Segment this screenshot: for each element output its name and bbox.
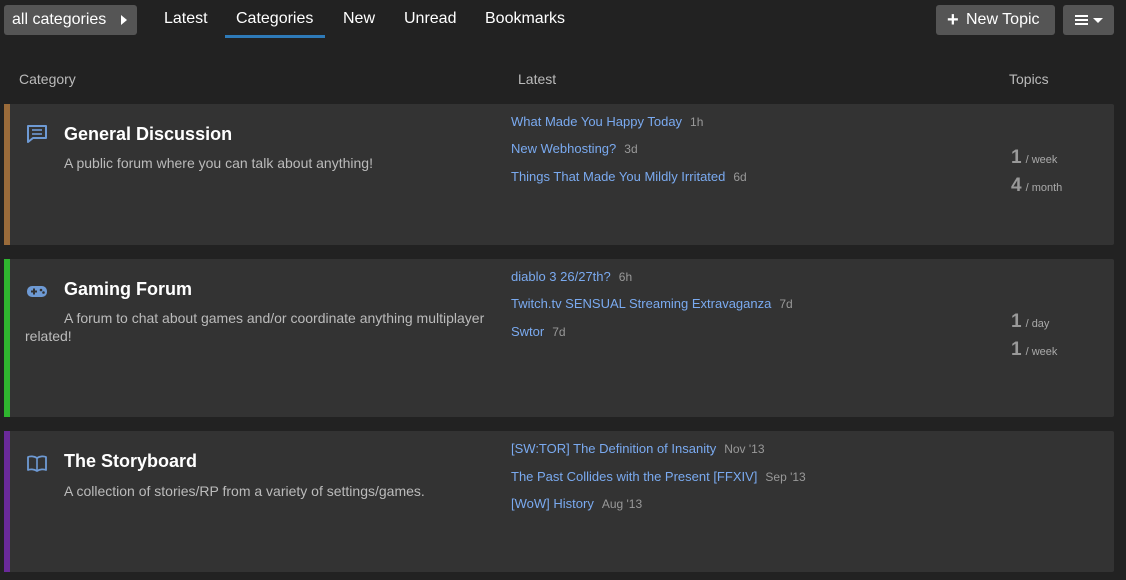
stat-count: 1 [1011,311,1022,332]
category-title[interactable]: Gaming Forum [64,279,192,300]
plus-icon: + [947,9,959,31]
category-row-general-discussion: General Discussion A public forum where … [4,104,1114,245]
chat-bubble-icon [27,125,47,143]
category-title[interactable]: The Storyboard [64,451,197,472]
category-dropdown-label: all categories [12,11,107,28]
topic-age: Aug '13 [601,497,643,511]
book-icon [27,455,47,472]
new-topic-label: New Topic [966,11,1040,28]
tab-unread[interactable]: Unread [404,9,456,29]
category-row-storyboard: The Storyboard A collection of stories/R… [4,431,1114,572]
topic-link[interactable]: Swtor [511,324,544,339]
topic-link[interactable]: New Webhosting? [511,141,616,156]
tab-categories[interactable]: Categories [224,9,326,38]
category-dropdown[interactable]: all categories [4,5,137,35]
column-header-category: Category [19,71,76,87]
category-color-bar [4,431,10,572]
column-header-topics: Topics [1009,71,1049,87]
topic-stat: 1/ week [1011,147,1057,169]
stat-count: 4 [1011,175,1022,196]
topic-item: diablo 3 26/27th? 6h [511,269,632,285]
tab-bookmarks[interactable]: Bookmarks [485,9,565,29]
topic-age: 7d [552,325,566,339]
hamburger-menu-button[interactable] [1063,5,1114,35]
stat-period: / month [1025,182,1063,194]
topic-item: What Made You Happy Today 1h [511,114,703,130]
stat-period: / day [1025,318,1050,330]
topic-item: Twitch.tv SENSUAL Streaming Extravaganza… [511,296,793,312]
category-color-bar [4,259,10,417]
stat-period: / week [1025,154,1058,166]
topic-link[interactable]: [WoW] History [511,496,594,511]
category-description: A public forum where you can talk about … [64,155,373,171]
topic-item: Swtor 7d [511,324,566,340]
category-row-gaming-forum: Gaming Forum A forum to chat about games… [4,259,1114,417]
caret-right-icon [121,15,127,25]
topic-stat: 1/ week [1011,339,1057,361]
stat-count: 1 [1011,339,1022,360]
topic-age: 7d [779,297,793,311]
topic-item: [SW:TOR] The Definition of Insanity Nov '… [511,441,765,457]
new-topic-button[interactable]: + New Topic [936,5,1055,35]
topic-stat: 1/ day [1011,311,1049,333]
tab-new[interactable]: New [343,9,375,29]
category-color-bar [4,104,10,245]
topic-link[interactable]: [SW:TOR] The Definition of Insanity [511,441,716,456]
topic-item: New Webhosting? 3d [511,141,638,157]
topic-age: 3d [624,142,638,156]
gamepad-icon [27,286,47,297]
topic-link[interactable]: diablo 3 26/27th? [511,269,611,284]
category-description: A collection of stories/RP from a variet… [64,483,425,499]
stat-count: 1 [1011,147,1022,168]
topic-link[interactable]: What Made You Happy Today [511,114,682,129]
caret-down-icon [1093,18,1103,23]
topic-stat: 4/ month [1011,175,1062,197]
topic-age: Sep '13 [765,470,806,484]
topic-age: Nov '13 [724,442,765,456]
topic-item: [WoW] History Aug '13 [511,496,642,512]
stat-period: / week [1025,346,1058,358]
tab-latest[interactable]: Latest [164,9,208,29]
topic-age: 1h [690,115,704,129]
top-navigation: all categories Latest Categories New Unr… [0,0,1126,40]
topic-item: Things That Made You Mildly Irritated 6d [511,169,747,185]
topic-link[interactable]: The Past Collides with the Present [FFXI… [511,469,757,484]
topic-item: The Past Collides with the Present [FFXI… [511,469,806,485]
category-title[interactable]: General Discussion [64,124,232,145]
topic-age: 6h [618,270,633,284]
topic-link[interactable]: Things That Made You Mildly Irritated [511,169,725,184]
hamburger-icon [1075,15,1088,25]
topic-age: 6d [733,170,747,184]
topic-link[interactable]: Twitch.tv SENSUAL Streaming Extravaganza [511,296,771,311]
column-header-latest: Latest [518,71,557,87]
category-description: A forum to chat about games and/or coord… [25,310,485,344]
